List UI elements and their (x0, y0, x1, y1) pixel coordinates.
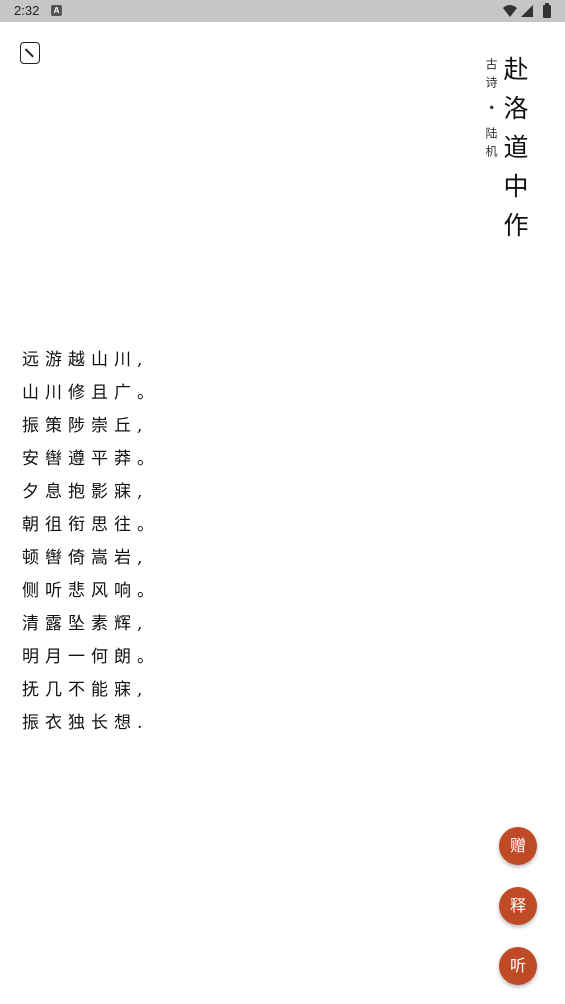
gift-button[interactable]: 赠 (499, 827, 537, 865)
back-icon[interactable] (20, 42, 40, 64)
poem-meta: 古诗 • 陆机 (484, 58, 498, 163)
poem-line: 安辔遵平莽。 (22, 449, 160, 469)
poem-line: 山川修且广。 (22, 383, 160, 403)
notification-a-icon: A (51, 5, 62, 16)
wifi-icon (503, 5, 517, 17)
poem-line: 振衣独长想. (22, 713, 149, 733)
poem-line: 远游越山川, (22, 350, 149, 370)
poem-title: 赴洛道中作 (500, 56, 529, 251)
poem-line: 夕息抱影寐, (22, 482, 149, 502)
status-time: 2:32 (14, 3, 40, 18)
poem-line: 顿辔倚嵩岩, (22, 548, 149, 568)
poem-line: 朝徂衔思往。 (22, 515, 160, 535)
poem-body: 远游越山川, 山川修且广。 振策陟崇丘, 安辔遵平莽。 夕息抱影寐, 朝徂衔思往… (22, 344, 160, 740)
status-bar: 2:32 A (0, 0, 565, 22)
battery-icon (543, 3, 551, 18)
poem-line: 清露坠素辉, (22, 614, 149, 634)
poem-line: 振策陟崇丘, (22, 416, 149, 436)
poem-line: 明月一何朗。 (22, 647, 160, 667)
poem-line: 侧听悲风响。 (22, 581, 160, 601)
explain-button[interactable]: 释 (499, 887, 537, 925)
poem-line: 抚几不能寐, (22, 680, 149, 700)
signal-icon (521, 5, 533, 17)
listen-button[interactable]: 听 (499, 947, 537, 985)
